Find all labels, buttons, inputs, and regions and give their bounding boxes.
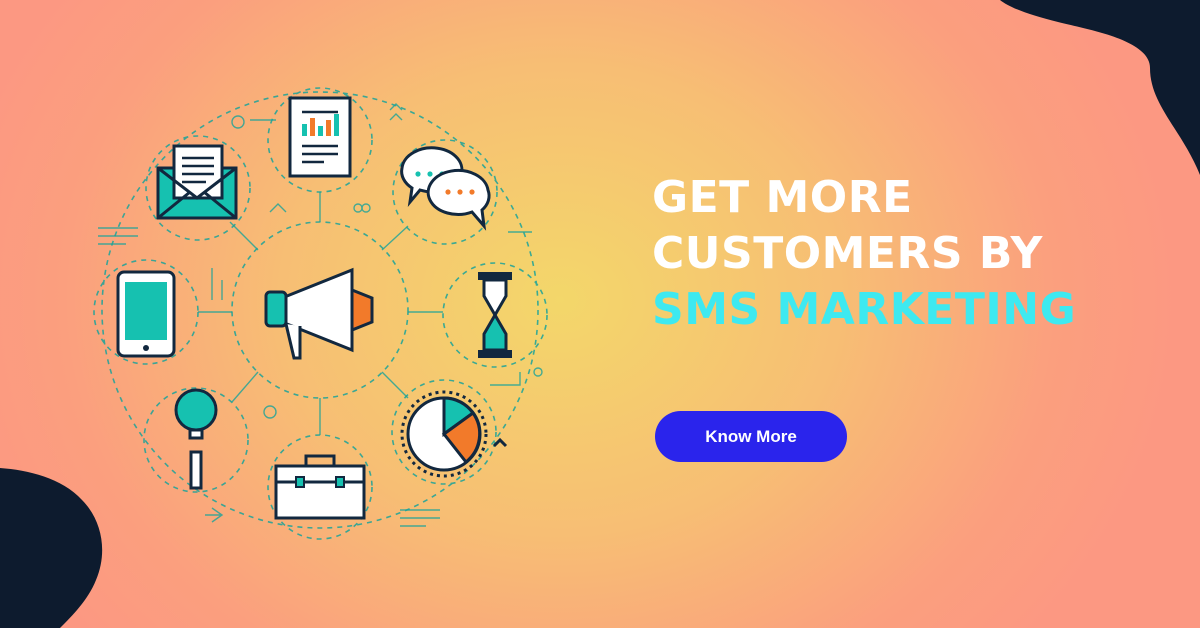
pie-chart-icon xyxy=(400,390,508,478)
chat-bubbles-icon xyxy=(400,146,491,231)
report-icon xyxy=(288,96,352,178)
headline: GET MORE CUSTOMERS BY SMS MARKETING xyxy=(652,170,1076,338)
know-more-button[interactable]: Know More xyxy=(655,411,847,462)
smartphone-icon xyxy=(116,270,176,358)
banner: GET MORE CUSTOMERS BY SMS MARKETING Know… xyxy=(0,0,1200,628)
megaphone-icon xyxy=(264,267,374,360)
bottom-left-blob xyxy=(0,468,103,628)
briefcase-icon xyxy=(274,454,366,520)
magnifier-icon xyxy=(174,388,218,490)
headline-line-2: CUSTOMERS BY xyxy=(652,228,1043,279)
top-right-blob xyxy=(1000,0,1200,175)
email-icon xyxy=(156,144,238,220)
headline-line-1: GET MORE xyxy=(652,172,913,223)
hourglass-icon xyxy=(478,272,512,358)
headline-line-3: SMS MARKETING xyxy=(652,284,1077,335)
